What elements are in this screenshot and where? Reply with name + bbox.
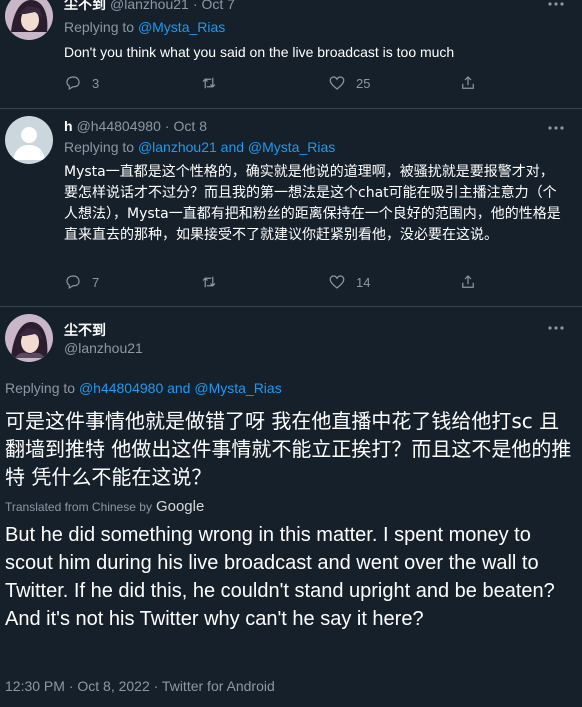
reply-icon [66,76,80,91]
retweet-button[interactable] [200,74,228,92]
google-logo[interactable]: Google [156,498,204,515]
author-handle[interactable]: @lanzhou21 [110,0,189,12]
more-icon[interactable] [546,320,566,336]
tweet-text-translated: But he did something wrong in this matte… [5,524,555,630]
like-count: 25 [356,75,371,91]
tweet-text: Don't you think what you said on the liv… [64,44,455,60]
like-button[interactable]: 14 [328,273,370,291]
share-button[interactable] [459,74,477,92]
like-count: 14 [356,274,371,290]
tweet-2[interactable]: h @h44804980 · Oct 8 Replying to @lanzho… [0,109,582,306]
separator-dot: · [164,118,170,134]
avatar-image [5,0,53,40]
share-icon [462,275,474,288]
tweet-text: Mysta一直都是这个性格的，确实就是他说的道理啊，被骚扰就是要报警才对，要怎样… [64,164,561,243]
avatar[interactable] [5,0,53,40]
tweet-date[interactable]: Oct 8 [174,118,207,134]
like-button[interactable]: 25 [328,74,370,92]
author-name[interactable]: 尘不到 [64,320,106,340]
translation-label: Translated from Chinese by [5,499,152,514]
tweet-text-original: 可是这件事情他就是做错了呀 我在他直播中花了钱给他打sc 且翻墙到推特 他做出这… [5,409,572,489]
retweet-button[interactable] [200,273,228,291]
replying-to-label: Replying to [64,19,135,35]
author-handle[interactable]: @lanzhou21 [64,340,143,356]
avatar-image [5,314,53,362]
share-icon [462,76,474,89]
separator-dot: · [192,0,198,12]
reply-count: 3 [92,75,100,91]
avatar[interactable] [5,116,53,164]
tweet-1[interactable]: 尘不到 @lanzhou21 · Oct 7 Replying to @Myst… [0,0,582,108]
retweet-icon [202,77,216,89]
replying-to: Replying to @lanzhou21 and @Mysta_Rias [64,139,335,155]
avatar[interactable] [5,314,53,362]
author-handle[interactable]: @h44804980 [77,118,161,134]
replying-to: Replying to @Mysta_Rias [64,19,225,35]
heart-icon [329,76,345,90]
focused-tweet: 尘不到 @lanzhou21 Replying to @h44804980 an… [0,307,582,707]
default-avatar-icon [5,116,53,164]
share-button[interactable] [459,273,477,291]
reply-button[interactable]: 7 [64,273,99,291]
replying-to-label: Replying to [5,380,76,396]
replying-to: Replying to @h44804980 and @Mysta_Rias [5,380,282,396]
replying-to-label: Replying to [64,139,135,155]
reply-button[interactable]: 3 [64,74,99,92]
author-name[interactable]: 尘不到 [64,0,106,14]
reply-count: 7 [92,274,100,290]
author-name[interactable]: h [64,118,73,134]
more-icon[interactable] [546,120,566,136]
replying-to-link[interactable]: @h44804980 and @Mysta_Rias [79,380,282,396]
retweet-icon [202,276,216,288]
more-icon[interactable] [546,0,566,12]
replying-to-link[interactable]: @lanzhou21 and @Mysta_Rias [138,139,335,155]
tweet-timestamp[interactable]: 12:30 PM · Oct 8, 2022 · Twitter for And… [5,678,275,694]
translation-note: Translated from Chinese by Google [5,498,204,515]
replying-to-link[interactable]: @Mysta_Rias [138,19,225,35]
heart-icon [329,275,345,289]
reply-icon [66,275,80,290]
tweet-date[interactable]: Oct 7 [202,0,235,12]
